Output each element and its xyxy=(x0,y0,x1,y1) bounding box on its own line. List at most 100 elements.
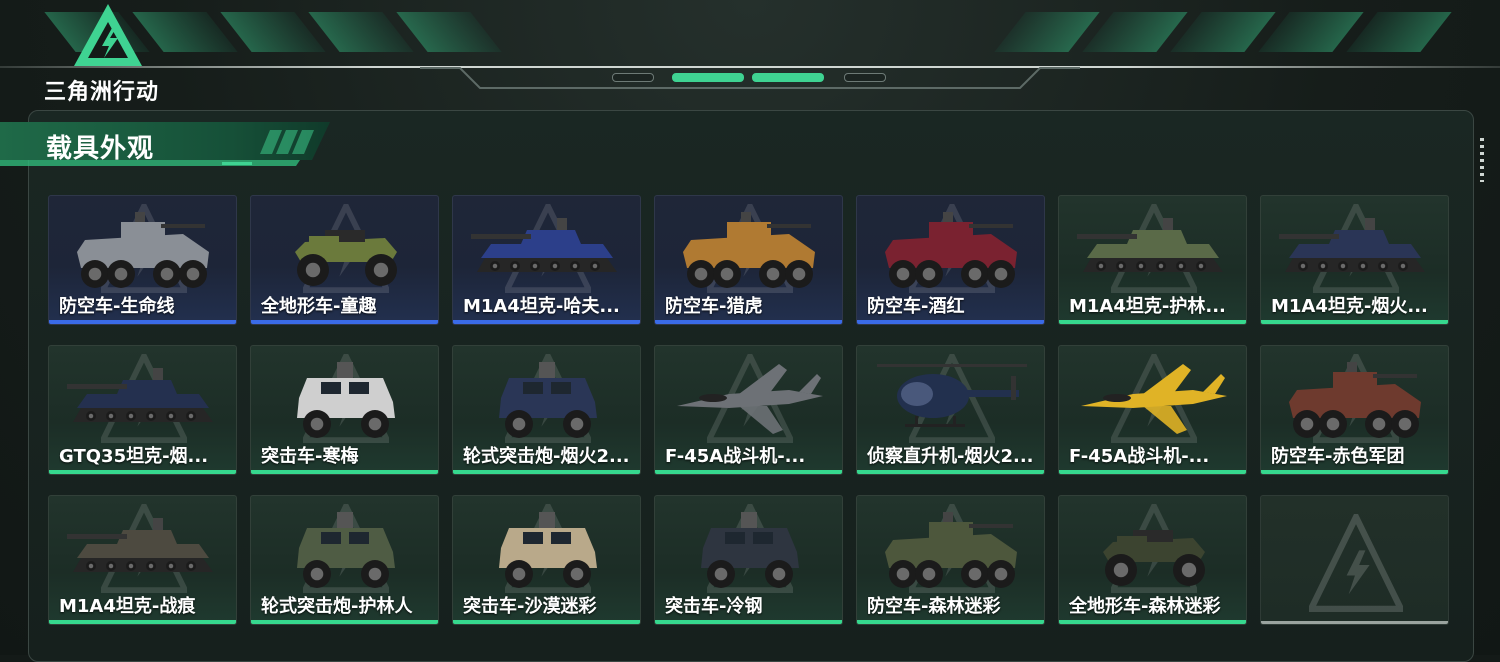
vehicle-skin-name: F-45A战斗机-... xyxy=(665,446,806,467)
vehicle-skin-name: 防空车-赤色军团 xyxy=(1271,446,1405,467)
vehicle-skin-card[interactable]: F-45A战斗机-... xyxy=(654,345,843,475)
page-dot-active xyxy=(672,73,744,82)
rarity-bar xyxy=(655,320,842,324)
logo-text: 三角洲行动 xyxy=(44,80,160,105)
rarity-bar xyxy=(1059,620,1246,624)
vehicle-skin-name: 防空车-生命线 xyxy=(59,296,175,317)
rarity-bar xyxy=(49,470,236,474)
rarity-bar xyxy=(857,320,1044,324)
vehicle-skin-name: 突击车-寒梅 xyxy=(261,446,359,467)
armored-car-icon xyxy=(467,500,628,596)
rarity-bar xyxy=(655,620,842,624)
delta-triangle-logo-icon xyxy=(74,4,142,66)
delta-watermark-icon xyxy=(1306,509,1406,614)
vehicle-skin-name: GTQ35坦克-烟... xyxy=(59,446,209,467)
vehicle-skin-name: 突击车-沙漠迷彩 xyxy=(463,596,597,617)
vehicle-skin-name: M1A4坦克-战痕 xyxy=(59,596,196,617)
vehicle-skin-name: M1A4坦克-哈夫... xyxy=(463,296,620,317)
rarity-bar xyxy=(453,470,640,474)
rarity-bar xyxy=(1261,470,1448,474)
header-stripe xyxy=(1170,12,1276,52)
vehicle-skin-name: 防空车-森林迷彩 xyxy=(867,596,1001,617)
tank-icon xyxy=(467,200,628,296)
rarity-bar xyxy=(453,620,640,624)
vehicle-skin-name: M1A4坦克-护林... xyxy=(1069,296,1226,317)
vehicle-skin-card[interactable]: M1A4坦克-烟火... xyxy=(1260,195,1449,325)
vehicle-skin-card[interactable]: 防空车-赤色军团 xyxy=(1260,345,1449,475)
vehicle-skin-card[interactable]: 突击车-寒梅 xyxy=(250,345,439,475)
vehicle-skin-card[interactable]: 全地形车-童趣 xyxy=(250,195,439,325)
vehicle-skin-card[interactable]: 防空车-森林迷彩 xyxy=(856,495,1045,625)
page-indicator xyxy=(612,73,890,83)
armored-car-icon xyxy=(467,350,628,446)
helicopter-icon xyxy=(871,350,1032,446)
vehicle-skin-name: 防空车-猎虎 xyxy=(665,296,763,317)
rarity-bar xyxy=(49,620,236,624)
header-stripe xyxy=(220,12,326,52)
wheeled-aa-vehicle-icon xyxy=(669,200,830,296)
tank-icon xyxy=(1073,200,1234,296)
vehicle-skin-card[interactable]: GTQ35坦克-烟... xyxy=(48,345,237,475)
armored-car-icon xyxy=(265,350,426,446)
vehicle-skin-card[interactable]: 防空车-酒红 xyxy=(856,195,1045,325)
vehicle-skin-card[interactable]: 突击车-冷钢 xyxy=(654,495,843,625)
tank-icon xyxy=(1275,200,1436,296)
page-dot xyxy=(844,73,886,82)
vehicle-skin-card[interactable]: M1A4坦克-护林... xyxy=(1058,195,1247,325)
rarity-bar xyxy=(655,470,842,474)
armored-car-icon xyxy=(669,500,830,596)
header-stripe xyxy=(308,12,414,52)
rarity-bar xyxy=(49,320,236,324)
atv-icon xyxy=(1073,500,1234,596)
header-stripe xyxy=(1258,12,1364,52)
header-stripe xyxy=(1346,12,1452,52)
app-root: 三角洲行动 载具外观 防空车-生命线 全地形车-童趣 M1A4坦克-哈夫... … xyxy=(0,0,1500,662)
vehicle-skin-card[interactable]: M1A4坦克-哈夫... xyxy=(452,195,641,325)
vehicle-skin-name: 侦察直升机-烟火2... xyxy=(867,446,1034,467)
header-stripe xyxy=(1082,12,1188,52)
rarity-bar xyxy=(857,470,1044,474)
armored-car-icon xyxy=(265,500,426,596)
vehicle-skin-card[interactable]: 轮式突击炮-烟火2... xyxy=(452,345,641,475)
rarity-bar xyxy=(453,320,640,324)
game-logo: 三角洲行动 xyxy=(44,2,184,105)
wheeled-aa-vehicle-icon xyxy=(1275,350,1436,446)
vehicle-skin-name: 全地形车-森林迷彩 xyxy=(1069,596,1221,617)
wheeled-aa-vehicle-icon xyxy=(63,200,224,296)
vehicle-skin-card[interactable]: 全地形车-森林迷彩 xyxy=(1058,495,1247,625)
fighter-jet-icon xyxy=(669,350,830,446)
vehicle-skin-name: 突击车-冷钢 xyxy=(665,596,763,617)
vehicle-skin-name: 防空车-酒红 xyxy=(867,296,965,317)
empty-slot xyxy=(1260,495,1449,625)
rarity-bar xyxy=(251,470,438,474)
rarity-bar xyxy=(1059,470,1246,474)
rarity-bar xyxy=(1261,320,1448,324)
tank-icon xyxy=(63,350,224,446)
fighter-jet-icon xyxy=(1073,350,1234,446)
header-banner xyxy=(0,0,1500,100)
vehicle-skin-name: 轮式突击炮-烟火2... xyxy=(463,446,630,467)
atv-icon xyxy=(265,200,426,296)
header-stripe xyxy=(994,12,1100,52)
panel-scroll-indicator[interactable] xyxy=(1480,138,1484,182)
vehicle-skin-card[interactable]: 侦察直升机-烟火2... xyxy=(856,345,1045,475)
vehicle-skin-name: 全地形车-童趣 xyxy=(261,296,377,317)
vehicle-skin-name: 轮式突击炮-护林人 xyxy=(261,596,413,617)
vehicle-skin-card[interactable]: 防空车-生命线 xyxy=(48,195,237,325)
vehicle-skin-name: F-45A战斗机-... xyxy=(1069,446,1210,467)
rarity-bar xyxy=(1261,621,1448,624)
vehicle-skin-card[interactable]: 突击车-沙漠迷彩 xyxy=(452,495,641,625)
header-stripe xyxy=(396,12,502,52)
vehicle-skin-name: M1A4坦克-烟火... xyxy=(1271,296,1428,317)
vehicle-skin-card[interactable]: 防空车-猎虎 xyxy=(654,195,843,325)
wheeled-aa-vehicle-icon xyxy=(871,500,1032,596)
rarity-bar xyxy=(251,620,438,624)
vehicle-skin-card[interactable]: 轮式突击炮-护林人 xyxy=(250,495,439,625)
section-title: 载具外观 xyxy=(46,134,155,164)
vehicle-skin-card[interactable]: M1A4坦克-战痕 xyxy=(48,495,237,625)
page-dot xyxy=(612,73,654,82)
rarity-bar xyxy=(1059,320,1246,324)
vehicle-skin-grid: 防空车-生命线 全地形车-童趣 M1A4坦克-哈夫... 防空车-猎虎 防空车-… xyxy=(48,195,1450,627)
rarity-bar xyxy=(857,620,1044,624)
vehicle-skin-card[interactable]: F-45A战斗机-... xyxy=(1058,345,1247,475)
